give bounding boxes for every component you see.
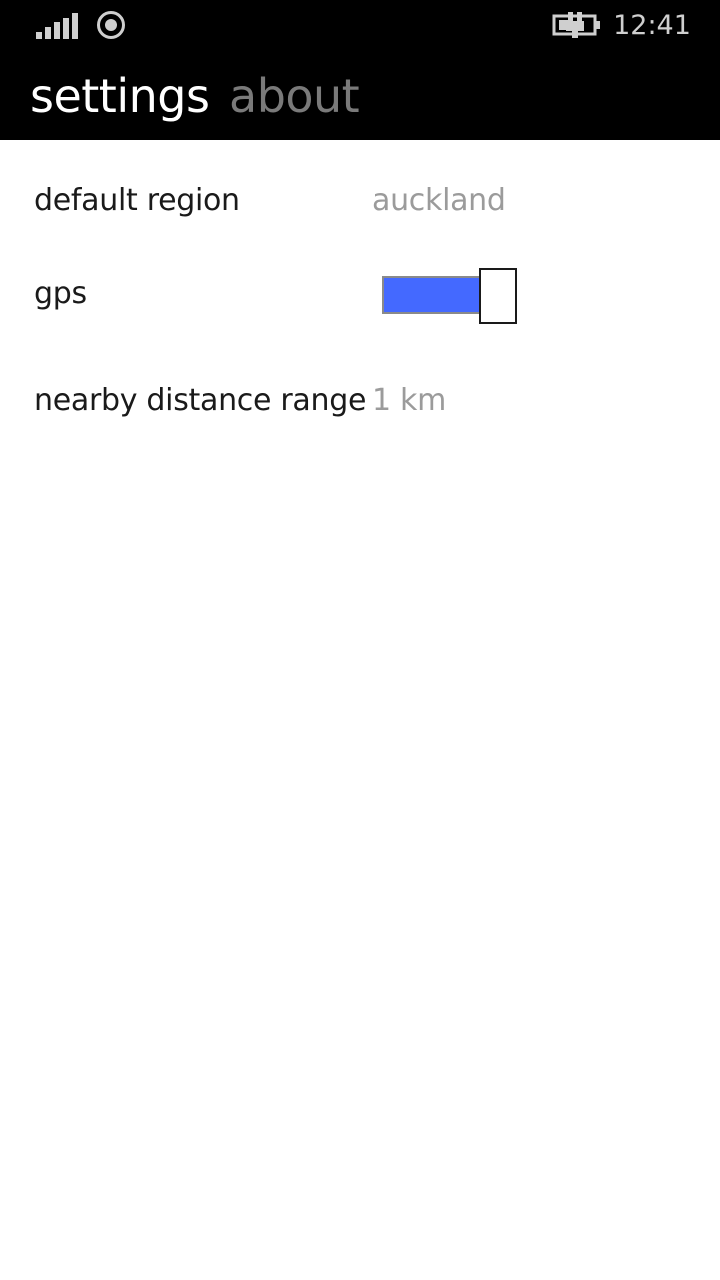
battery-charging-icon xyxy=(552,12,600,38)
gps-toggle-thumb[interactable] xyxy=(479,268,517,324)
default-region-value[interactable]: auckland xyxy=(372,181,506,221)
status-clock: 12:41 xyxy=(613,10,691,41)
location-icon xyxy=(97,11,125,39)
gps-label: gps xyxy=(34,276,87,311)
signal-strength-icon xyxy=(36,13,80,39)
nearby-distance-value[interactable]: 1 km xyxy=(372,381,446,421)
header-bar: 12:41 settings about xyxy=(0,0,720,140)
default-region-label: default region xyxy=(34,183,240,218)
tab-about[interactable]: about xyxy=(229,64,360,128)
tab-settings[interactable]: settings xyxy=(30,64,210,128)
gps-toggle[interactable] xyxy=(382,276,482,314)
nearby-distance-label: nearby distance range xyxy=(34,383,367,418)
